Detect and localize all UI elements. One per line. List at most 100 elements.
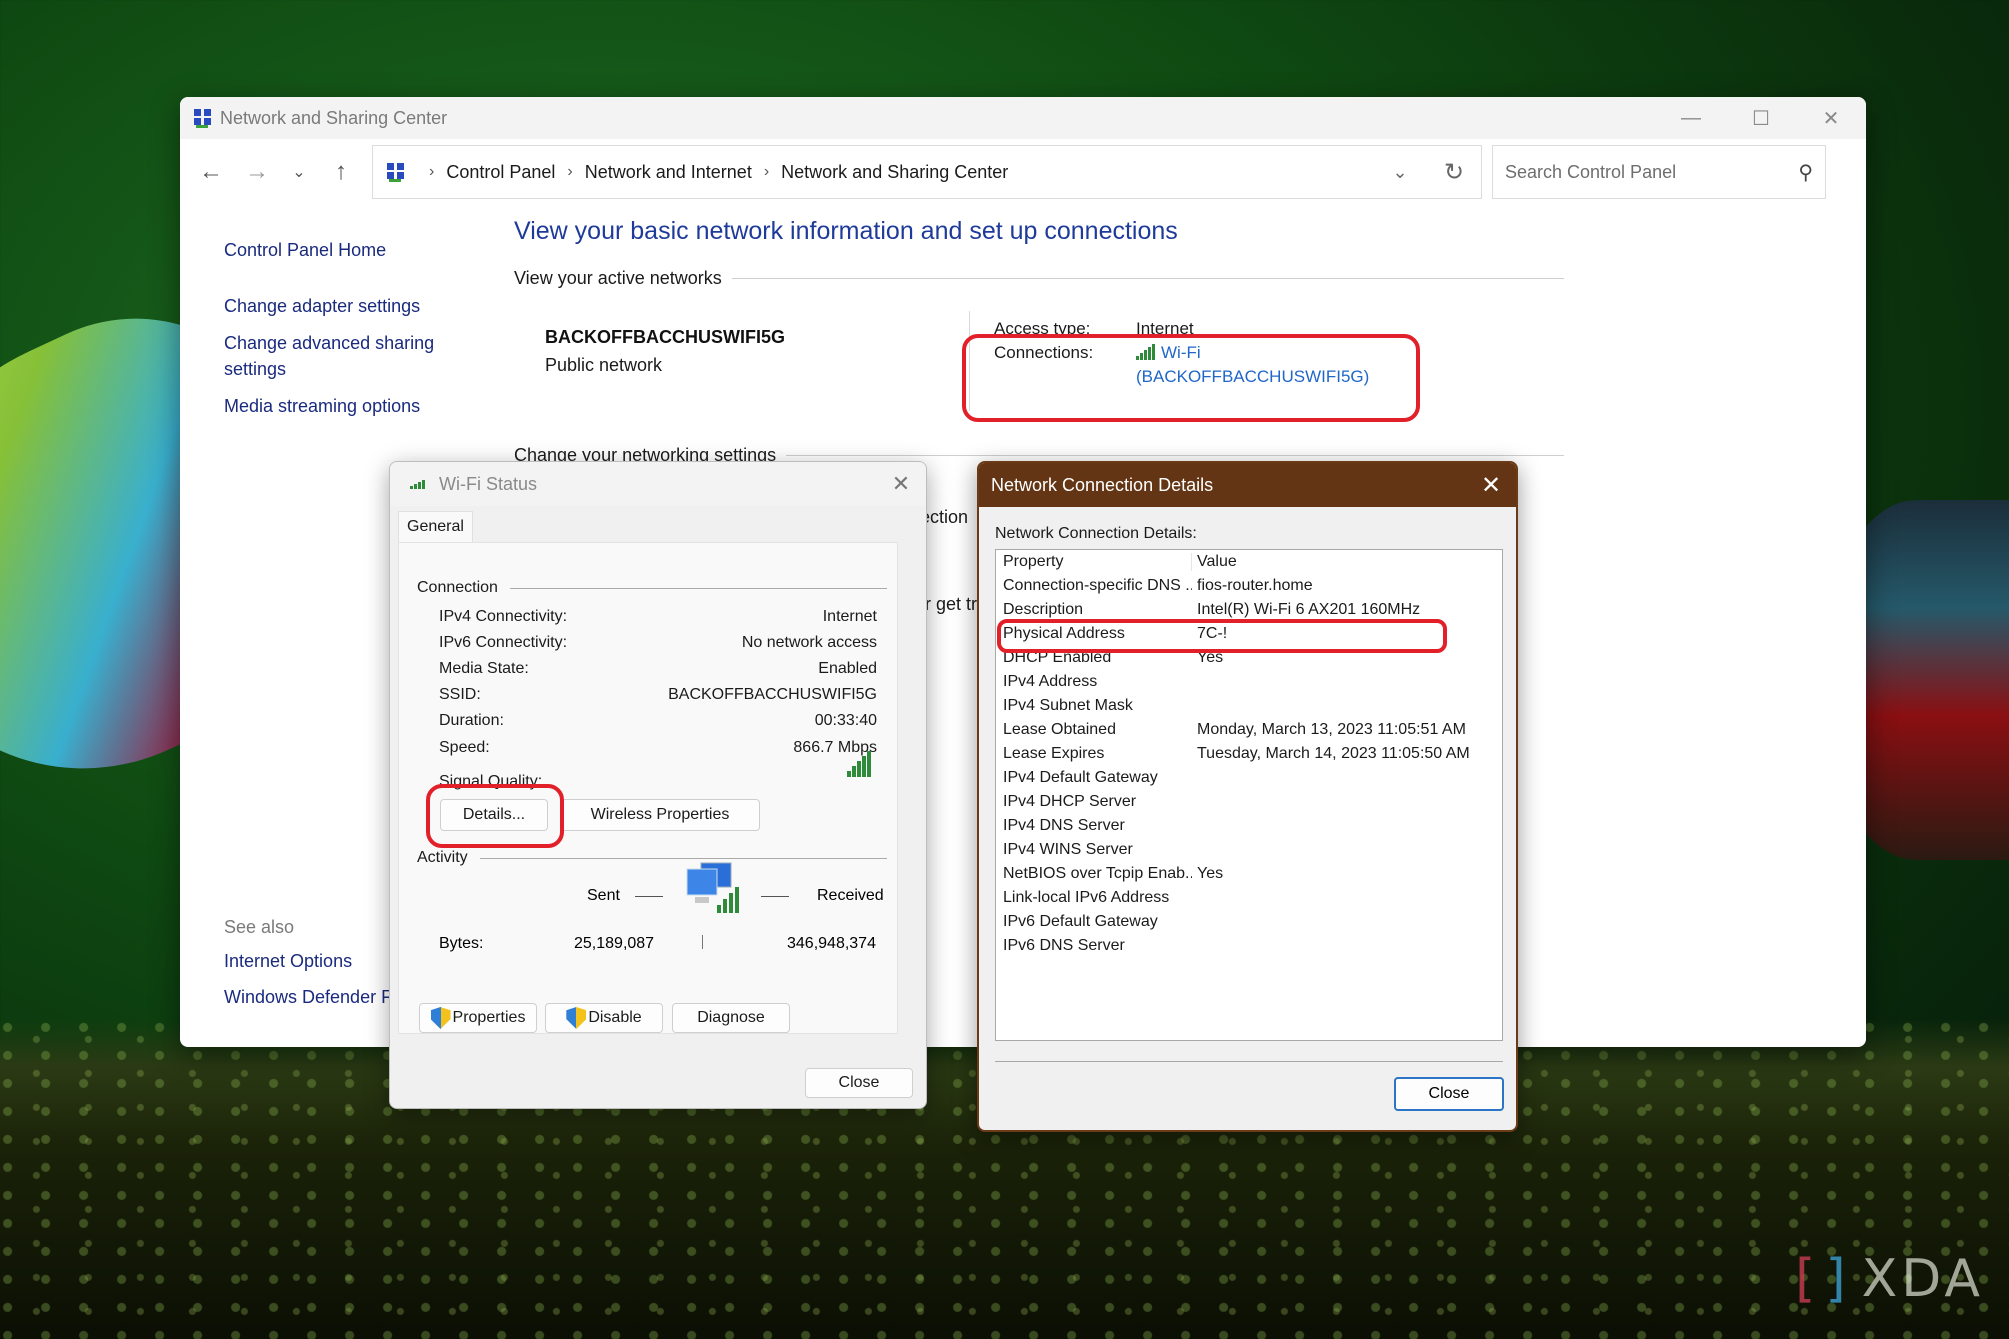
chevron-right-icon: › <box>763 163 770 180</box>
network-properties: Access type: Internet Connections: Wi-Fi … <box>994 317 1369 389</box>
sidebar-change-adapter-settings[interactable]: Change adapter settings <box>224 293 484 319</box>
details-button[interactable]: Details... <box>440 799 548 831</box>
forward-button[interactable]: → <box>234 149 280 195</box>
maximize-button[interactable]: ☐ <box>1726 97 1796 139</box>
list-item[interactable]: Physical Address 7C-! <box>996 622 1502 646</box>
search-input[interactable] <box>1505 161 1799 183</box>
address-dropdown-icon[interactable]: ⌄ <box>1373 162 1427 183</box>
sidebar-control-panel-home[interactable]: Control Panel Home <box>224 237 484 263</box>
breadcrumb-control-panel[interactable]: Control Panel <box>446 162 555 183</box>
divider <box>786 455 1564 456</box>
tab-general[interactable]: General <box>398 511 473 542</box>
sidebar-change-advanced-sharing[interactable]: Change advanced sharing settings <box>224 330 444 382</box>
general-panel: Connection IPv4 Connectivity: Internet IP… <box>398 542 898 1034</box>
divider <box>995 1061 1503 1062</box>
details-list[interactable]: Property Value Connection-specific DNS .… <box>995 549 1503 1041</box>
close-window-button[interactable]: ✕ <box>1796 97 1866 139</box>
details-title: Network Connection Details <box>991 474 1214 495</box>
row-label: Signal Quality: <box>439 773 543 790</box>
speed-row: Speed: 866.7 Mbps <box>439 739 877 757</box>
connection-label: Connection <box>417 579 498 596</box>
property-cell: Lease Obtained <box>1003 721 1116 738</box>
address-bar[interactable]: › Control Panel › Network and Internet ›… <box>372 145 1482 199</box>
properties-button[interactable]: Properties <box>419 1003 537 1033</box>
row-label: Duration: <box>439 712 504 729</box>
wifi-connection-ssid-link[interactable]: (BACKOFFBACCHUSWIFI5G) <box>1136 367 1369 386</box>
list-item[interactable]: Description Intel(R) Wi-Fi 6 AX201 160MHz <box>996 598 1502 622</box>
network-name: BACKOFFBACCHUSWIFI5G <box>545 327 785 347</box>
main-content: View your basic network information and … <box>514 217 1564 466</box>
breadcrumb-network-sharing-center[interactable]: Network and Sharing Center <box>781 162 1008 183</box>
property-cell: IPv4 Default Gateway <box>1003 769 1158 786</box>
list-item[interactable]: Lease Obtained Monday, March 13, 2023 11:… <box>996 718 1502 742</box>
network-center-icon <box>387 163 404 182</box>
ssid-row: SSID: BACKOFFBACCHUSWIFI5G <box>439 686 877 704</box>
list-item[interactable]: IPv4 WINS Server <box>996 838 1502 862</box>
network-center-icon <box>194 109 211 128</box>
sidebar: Control Panel Home Change adapter settin… <box>224 237 484 430</box>
network-type[interactable]: Public network <box>545 355 662 376</box>
list-item[interactable]: NetBIOS over Tcpip Enab... Yes <box>996 862 1502 886</box>
list-item[interactable]: IPv4 DHCP Server <box>996 790 1502 814</box>
page-title: View your basic network information and … <box>514 217 1178 245</box>
access-type-value: Internet <box>1136 319 1194 338</box>
search-box[interactable]: ⚲ <box>1492 145 1826 199</box>
refresh-icon[interactable]: ↻ <box>1427 158 1481 187</box>
list-item[interactable]: IPv4 Subnet Mask <box>996 694 1502 718</box>
value-cell: Intel(R) Wi-Fi 6 AX201 160MHz <box>1197 601 1421 618</box>
list-item[interactable]: Link-local IPv6 Address <box>996 886 1502 910</box>
close-icon[interactable]: ✕ <box>1466 471 1516 500</box>
search-icon[interactable]: ⚲ <box>1798 160 1813 185</box>
property-cell: IPv4 DHCP Server <box>1003 793 1137 810</box>
row-value: Enabled <box>818 660 877 677</box>
disable-label: Disable <box>588 1009 642 1026</box>
list-item[interactable]: IPv4 Default Gateway <box>996 766 1502 790</box>
list-item[interactable]: IPv6 DNS Server <box>996 934 1502 958</box>
recent-locations-button[interactable]: ⌄ <box>280 149 318 195</box>
list-item[interactable]: IPv4 Address <box>996 670 1502 694</box>
value-cell: fios-router.home <box>1197 577 1313 594</box>
list-item[interactable]: Connection-specific DNS ... fios-router.h… <box>996 574 1502 598</box>
list-item[interactable]: IPv4 DNS Server <box>996 814 1502 838</box>
sent-label: Sent <box>587 887 620 904</box>
active-networks-label: View your active networks <box>514 268 722 288</box>
diagnose-button[interactable]: Diagnose <box>672 1003 790 1033</box>
column-header-property[interactable]: Property <box>996 553 1192 571</box>
signal-quality-icon <box>847 751 871 777</box>
wireless-properties-button[interactable]: Wireless Properties <box>560 799 760 831</box>
media-state-row: Media State: Enabled <box>439 660 877 678</box>
ipv4-connectivity-row: IPv4 Connectivity: Internet <box>439 608 877 626</box>
properties-label: Properties <box>452 1009 526 1026</box>
list-item[interactable]: Lease Expires Tuesday, March 14, 2023 11:… <box>996 742 1502 766</box>
wifi-connection-link[interactable]: Wi-Fi <box>1161 343 1201 362</box>
property-cell: IPv4 DNS Server <box>1003 817 1125 834</box>
wifi-status-titlebar: Wi-Fi Status ✕ <box>390 462 926 506</box>
connection-group-header: Connection <box>417 579 887 597</box>
back-button[interactable]: ← <box>188 149 234 195</box>
signal-quality-row: Signal Quality: <box>439 751 877 791</box>
divider <box>702 935 703 949</box>
window-title: Network and Sharing Center <box>220 107 448 128</box>
disable-button[interactable]: Disable <box>545 1003 663 1033</box>
navigation-bar: ← → ⌄ ↑ › Control Panel › Network and In… <box>180 139 1866 205</box>
row-value: BACKOFFBACCHUSWIFI5G <box>668 686 877 703</box>
value-cell: Tuesday, March 14, 2023 11:05:50 AM <box>1197 745 1470 762</box>
row-value: No network access <box>741 634 877 651</box>
wifi-status-dialog: Wi-Fi Status ✕ General Connection IPv4 C… <box>389 461 927 1109</box>
close-button[interactable]: Close <box>805 1068 913 1098</box>
breadcrumb-network-internet[interactable]: Network and Internet <box>585 162 752 183</box>
up-button[interactable]: ↑ <box>318 149 364 195</box>
chevron-right-icon: › <box>567 163 573 180</box>
minimize-button[interactable]: — <box>1656 97 1726 139</box>
xda-watermark: [] XDA <box>1795 1249 1984 1309</box>
sidebar-media-streaming[interactable]: Media streaming options <box>224 393 484 419</box>
close-button[interactable]: Close <box>1394 1077 1504 1111</box>
list-item[interactable]: DHCP Enabled Yes <box>996 646 1502 670</box>
bytes-sent-value: 25,189,087 <box>574 935 655 952</box>
property-cell: IPv6 DNS Server <box>1003 937 1125 954</box>
list-item[interactable]: IPv6 Default Gateway <box>996 910 1502 934</box>
column-header-value[interactable]: Value <box>1192 553 1502 571</box>
value-cell: 7C-! <box>1197 625 1228 642</box>
close-icon[interactable]: ✕ <box>876 471 926 497</box>
property-cell: IPv6 Default Gateway <box>1003 913 1158 930</box>
